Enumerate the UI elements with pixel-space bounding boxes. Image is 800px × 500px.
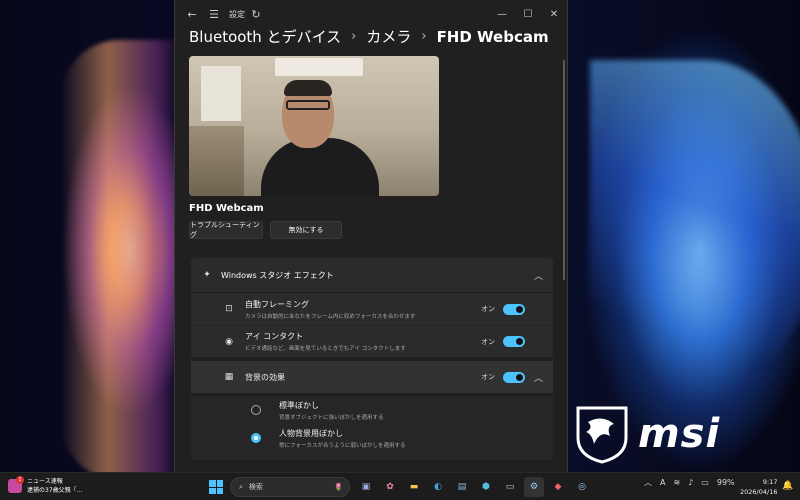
studio-effects-icon: ✦ [203, 270, 211, 280]
framing-icon: ⊡ [225, 304, 233, 314]
portrait-blur-desc: 常にフォーカスが合うように弱いぼかしを適用する [279, 442, 406, 449]
eye-contact-desc: ビデオ通話など、画面を見ているときでもアイ コンタクトします [245, 346, 406, 352]
notification-bell-icon[interactable]: 🔔 [782, 481, 793, 491]
taskbar: 1 ニュース速報 逮捕の37歳父親「... ⌕ 検索 🌷 ▣ ✿ ▬ ◐ ▤ ⬢… [0, 472, 800, 500]
title-bar: ← ☰ 設定 ↻ — ☐ ✕ [175, 0, 567, 28]
news-badge: 1 [16, 476, 24, 484]
battery-percent: 99% [716, 478, 735, 487]
background-effects-row[interactable]: ▦ 背景の効果 オン ︿ [191, 361, 553, 393]
studio-effects-body: ⊡ 自動フレーミング カメラは自動的にあなたをフレーム内に収めフォーカスを合わせ… [191, 293, 553, 357]
msi-logo: msi [574, 404, 754, 464]
preview-shelf [189, 126, 244, 196]
standard-blur-title: 標準ぼかし [279, 400, 319, 410]
task-view-icon[interactable]: ▣ [356, 477, 376, 497]
search-placeholder: 検索 [248, 483, 263, 491]
window-title: 設定 [229, 9, 245, 19]
radio-button[interactable] [251, 405, 261, 415]
camera-preview [189, 56, 439, 196]
scrollbar[interactable] [563, 60, 565, 280]
standard-blur-desc: 背景オブジェクトに強いぼかしを適用する [279, 414, 384, 421]
security-icon[interactable]: ⬢ [476, 477, 496, 497]
wifi-icon[interactable]: ≋ [673, 478, 680, 487]
background-effects-icon: ▦ [224, 372, 234, 382]
settings-window: ← ☰ 設定 ↻ — ☐ ✕ Bluetooth とデバイス › カメラ › F… [174, 0, 568, 472]
terminal-icon[interactable]: ▭ [500, 477, 520, 497]
eye-contact-row: ◉ アイ コンタクト ビデオ通話など、画面を見ているときでもアイ コンタクトしま… [191, 325, 553, 357]
auto-framing-desc: カメラは自動的にあなたをフレーム内に収めフォーカスを合わせます [245, 313, 416, 320]
device-name: FHD Webcam [189, 203, 264, 214]
preview-person-glasses [286, 100, 330, 110]
auto-framing-state: オン [481, 305, 495, 313]
clock-time: 9:17 [762, 478, 778, 486]
clock-date: 2026/04/16 [740, 488, 778, 496]
settings-icon[interactable]: ⚙ [524, 477, 544, 497]
eye-contact-title: アイ コンタクト [245, 332, 304, 341]
news-subtitle: 逮捕の37歳父親「... [27, 487, 83, 494]
start-button[interactable] [209, 480, 223, 494]
search-icon: ⌕ [239, 482, 243, 491]
breadcrumb-bluetooth[interactable]: Bluetooth とデバイス [189, 26, 341, 47]
background-effects-state: オン [481, 373, 495, 381]
camera-app-icon[interactable]: ◎ [572, 477, 592, 497]
preview-air-conditioner [275, 58, 363, 76]
news-icon: 1 [8, 476, 24, 493]
radio-portrait-blur[interactable]: 人物背景用ぼかし 常にフォーカスが合うように弱いぼかしを適用する [191, 424, 553, 452]
troubleshoot-button[interactable]: トラブルシューティング [189, 221, 263, 239]
edge-icon[interactable]: ◐ [428, 477, 448, 497]
eye-contact-state: オン [481, 337, 495, 346]
back-arrow-icon[interactable]: ← [181, 0, 203, 28]
breadcrumb: Bluetooth とデバイス › カメラ › FHD Webcam [189, 26, 549, 47]
chevron-up-icon[interactable]: ︿ [534, 269, 543, 282]
studio-effects-title: Windows スタジオ エフェクト [221, 270, 334, 280]
wallpaper-arc-left [60, 40, 180, 480]
msi-dragon-shield-icon [576, 406, 628, 464]
search-box[interactable]: ⌕ 検索 🌷 [230, 477, 350, 497]
portrait-blur-title: 人物背景用ぼかし [279, 428, 343, 438]
preview-person-hair [284, 80, 332, 96]
refresh-icon[interactable]: ↻ [245, 0, 267, 28]
news-title: ニュース速報 [27, 478, 63, 485]
chevron-up-icon[interactable]: ︿ [644, 477, 652, 488]
file-explorer-icon[interactable]: ▬ [404, 477, 424, 497]
system-tray: ︿ A ≋ ♪ ▭ 99% [644, 477, 735, 488]
background-effects-toggle[interactable] [503, 371, 525, 383]
clock[interactable]: 9:17 2026/04/16 [740, 477, 777, 497]
breadcrumb-separator: › [351, 29, 357, 44]
radio-button-selected[interactable] [251, 433, 261, 443]
breadcrumb-camera[interactable]: カメラ [366, 26, 411, 47]
tulip-decoration-icon: 🌷 [334, 483, 343, 491]
news-widget[interactable]: 1 ニュース速報 逮捕の37歳父親「... [8, 476, 83, 495]
app-icon[interactable]: ◆ [548, 477, 568, 497]
minimize-button[interactable]: — [489, 4, 515, 24]
preview-person-body [261, 138, 379, 196]
eye-contact-toggle[interactable] [503, 336, 525, 347]
background-effects-options: 標準ぼかし 背景オブジェクトに強いぼかしを適用する 人物背景用ぼかし 常にフォー… [191, 396, 553, 460]
maximize-button[interactable]: ☐ [515, 4, 541, 24]
eye-contact-icon: ◉ [225, 336, 233, 347]
ime-indicator[interactable]: A [660, 478, 665, 487]
radio-standard-blur[interactable]: 標準ぼかし 背景オブジェクトに強いぼかしを適用する [191, 396, 553, 424]
auto-framing-row: ⊡ 自動フレーミング カメラは自動的にあなたをフレーム内に収めフォーカスを合わせ… [191, 293, 553, 325]
msi-wordmark: msi [638, 411, 721, 457]
auto-framing-toggle[interactable] [503, 303, 525, 315]
auto-framing-title: 自動フレーミング [245, 299, 309, 309]
breadcrumb-separator: › [421, 29, 427, 44]
store-icon[interactable]: ▤ [452, 477, 472, 497]
disable-button[interactable]: 無効にする [270, 221, 342, 239]
studio-effects-header[interactable]: ✦ Windows スタジオ エフェクト ︿ [191, 258, 553, 292]
close-button[interactable]: ✕ [541, 4, 567, 24]
hamburger-menu-icon[interactable]: ☰ [203, 0, 225, 28]
background-effects-title: 背景の効果 [245, 372, 285, 382]
taskbar-apps: ▣ ✿ ▬ ◐ ▤ ⬢ ▭ ⚙ ◆ ◎ [356, 477, 592, 497]
breadcrumb-current: FHD Webcam [436, 27, 549, 46]
volume-icon[interactable]: ♪ [688, 478, 693, 487]
chevron-up-icon[interactable]: ︿ [534, 371, 543, 384]
wallpaper-arc-right [590, 60, 800, 390]
battery-icon[interactable]: ▭ [701, 478, 709, 487]
copilot-icon[interactable]: ✿ [380, 477, 400, 497]
preview-background-window [201, 66, 241, 121]
